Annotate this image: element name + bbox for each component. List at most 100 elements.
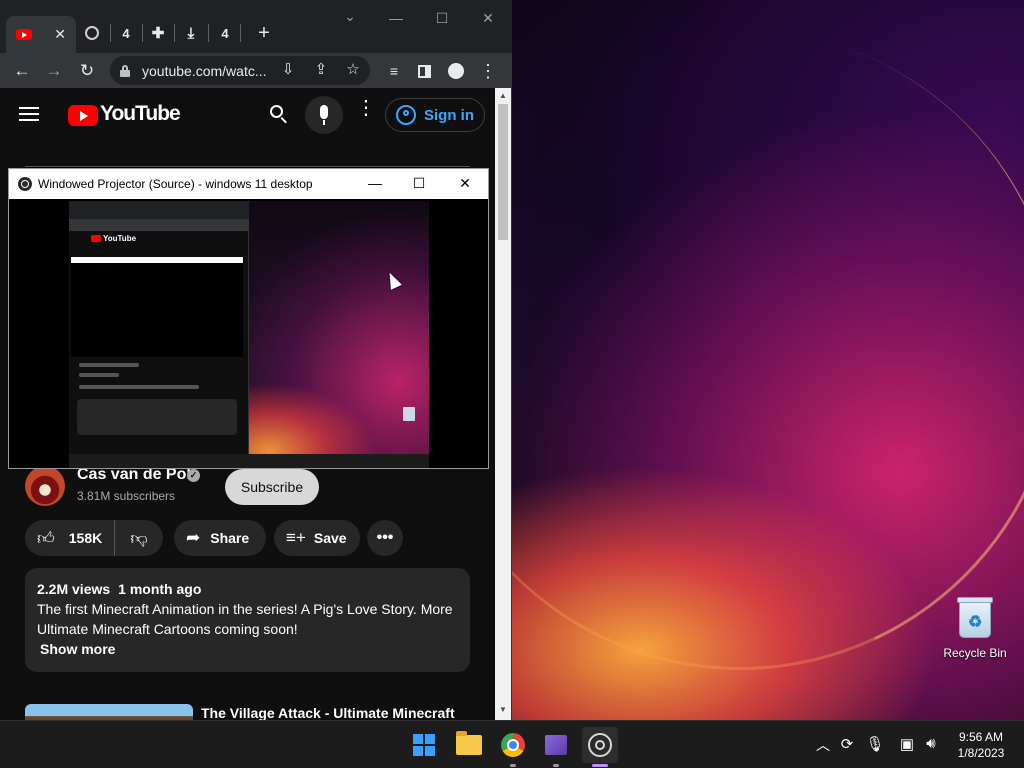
view-count: 2.2M views: [37, 581, 111, 597]
search-icon[interactable]: [268, 104, 290, 126]
scrollbar-thumb[interactable]: [498, 104, 508, 240]
more-actions-button[interactable]: •••: [367, 520, 403, 556]
tab-obs[interactable]: [80, 16, 104, 50]
obs-taskbar-button[interactable]: [582, 727, 618, 767]
description-text: The first Minecraft Animation in the ser…: [37, 601, 453, 637]
related-video-title[interactable]: The Village Attack - Ultimate Minecraft: [201, 705, 455, 720]
subscribe-button[interactable]: Subscribe: [225, 469, 319, 505]
mirrored-recycle-bin-icon: [403, 407, 415, 421]
address-bar[interactable]: youtube.com/watc... ⇩ ⇪ ☆: [110, 56, 370, 85]
projector-minimize-button[interactable]: —: [363, 175, 387, 191]
sign-in-label: Sign in: [424, 106, 474, 124]
youtube-logo-text[interactable]: YouTube: [100, 102, 181, 126]
mirrored-taskbar: [69, 454, 429, 468]
like-button[interactable]: 👍︎ 158K: [25, 520, 115, 556]
related-video-thumbnail[interactable]: [25, 704, 193, 720]
url-text: youtube.com/watc...: [142, 62, 267, 79]
microphone-icon[interactable]: 🎙︎: [864, 735, 886, 753]
tab-extension[interactable]: ✚: [146, 16, 170, 50]
maximize-button[interactable]: ☐: [427, 10, 457, 27]
desktop-icon-recycle-bin[interactable]: ♻ Recycle Bin: [940, 594, 1010, 660]
browser-toolbar: ← → ↻ youtube.com/watc... ⇩ ⇪ ☆ ≡ ⋮: [0, 53, 512, 88]
video-editor-button[interactable]: [538, 727, 574, 767]
share-icon[interactable]: ⇪: [309, 60, 333, 78]
tab-group-1[interactable]: 4: [116, 16, 136, 50]
playlist-add-icon: ≡+: [286, 528, 306, 547]
projector-close-button[interactable]: ✕: [453, 175, 477, 192]
back-arrow-icon: ←: [13, 61, 31, 80]
tab-divider: [110, 24, 111, 42]
mirrored-browser: YouTube: [69, 201, 249, 468]
menu-icon[interactable]: ⋮: [474, 57, 502, 85]
youtube-icon: [16, 29, 32, 40]
clock-time: 9:56 AM: [958, 730, 1004, 744]
like-dislike-group: 👍︎ 158K 👎︎: [25, 520, 163, 556]
scroll-down-arrow-icon[interactable]: ▼: [498, 705, 508, 714]
sync-icon[interactable]: ⟳: [836, 735, 858, 753]
install-icon[interactable]: ⇩: [276, 60, 300, 78]
tab-divider: [240, 24, 241, 42]
show-more-link[interactable]: Show more: [40, 639, 458, 659]
projector-preview: YouTube: [9, 199, 488, 468]
tab-divider: [142, 24, 143, 42]
video-actions: 👍︎ 158K 👎︎ ➦ Share ≡+ Save •••: [25, 520, 470, 556]
thumbs-down-icon: 👎︎: [130, 528, 148, 548]
chrome-taskbar-button[interactable]: [495, 727, 531, 767]
obs-icon: [85, 26, 99, 40]
share-button[interactable]: ➦ Share: [174, 520, 266, 556]
back-button[interactable]: ←: [8, 57, 36, 85]
recycle-bin-icon: ♻: [955, 594, 995, 640]
chrome-icon: [501, 733, 525, 757]
page-scrollbar[interactable]: ▲ ▼: [495, 88, 511, 720]
minimize-button[interactable]: —: [381, 10, 411, 26]
forward-arrow-icon: →: [45, 61, 63, 80]
related-video-item[interactable]: The Village Attack - Ultimate Minecraft: [25, 704, 470, 720]
verified-check-icon: ✓: [187, 469, 200, 482]
media-control-icon[interactable]: ≡: [380, 57, 408, 85]
projector-maximize-button[interactable]: ☐: [407, 175, 431, 192]
system-clock[interactable]: 9:56 AM 1/8/2023: [950, 729, 1012, 761]
save-button[interactable]: ≡+ Save: [274, 520, 360, 556]
forward-button[interactable]: →: [40, 57, 68, 85]
save-label: Save: [313, 530, 347, 546]
voice-search-button[interactable]: [305, 96, 343, 134]
tab-downloads[interactable]: ⤓: [180, 16, 202, 50]
description-box[interactable]: 2.2M views 1 month ago The first Minecraf…: [25, 568, 470, 672]
tab-close-icon[interactable]: ✕: [54, 26, 66, 43]
description-meta: 2.2M views 1 month ago: [37, 579, 458, 599]
download-icon: ⤓: [187, 24, 195, 42]
channel-avatar[interactable]: [25, 466, 65, 506]
projector-title: Windowed Projector (Source) - windows 11…: [38, 177, 313, 191]
network-icon[interactable]: ▣: [896, 735, 918, 753]
new-tab-button[interactable]: +: [252, 16, 276, 50]
windows-start-button[interactable]: [406, 727, 442, 763]
volume-icon[interactable]: 🔊︎: [920, 735, 942, 752]
search-tabs-button[interactable]: ⌄: [335, 8, 365, 25]
scroll-up-arrow-icon[interactable]: ▲: [498, 91, 508, 100]
mirrored-youtube-logo: YouTube: [91, 234, 136, 243]
upload-age: 1 month ago: [118, 581, 202, 597]
dislike-button[interactable]: 👎︎: [115, 520, 163, 556]
settings-menu-icon[interactable]: ⋮: [356, 98, 376, 118]
obs-icon: [588, 733, 612, 757]
projector-titlebar[interactable]: Windowed Projector (Source) - windows 11…: [9, 169, 488, 199]
chevron-up-icon[interactable]: ︿: [812, 735, 834, 755]
obs-icon: [18, 177, 32, 191]
close-button[interactable]: ✕: [473, 10, 503, 27]
share-label: Share: [210, 530, 250, 546]
file-explorer-button[interactable]: [451, 727, 487, 763]
star-icon[interactable]: ☆: [341, 60, 365, 78]
projector-window: Windowed Projector (Source) - windows 11…: [8, 168, 489, 469]
reload-button[interactable]: ↻: [73, 57, 101, 85]
profile-icon[interactable]: [442, 57, 470, 85]
tab-strip: ✕ 4 ✚ ⤓ 4 + ⌄ — ☐ ✕: [0, 0, 512, 53]
youtube-header: YouTube ⋮ Sign in: [0, 88, 495, 142]
youtube-logo-icon[interactable]: [68, 105, 98, 126]
tab-count-label: 4: [221, 25, 229, 41]
subscriber-count: 3.81M subscribers: [77, 489, 176, 503]
side-panel-icon[interactable]: [410, 57, 438, 85]
tab-group-2[interactable]: 4: [215, 16, 235, 50]
sign-in-button[interactable]: Sign in: [385, 98, 485, 132]
hamburger-menu-icon[interactable]: [19, 107, 39, 121]
tab-youtube[interactable]: ✕: [6, 16, 76, 53]
